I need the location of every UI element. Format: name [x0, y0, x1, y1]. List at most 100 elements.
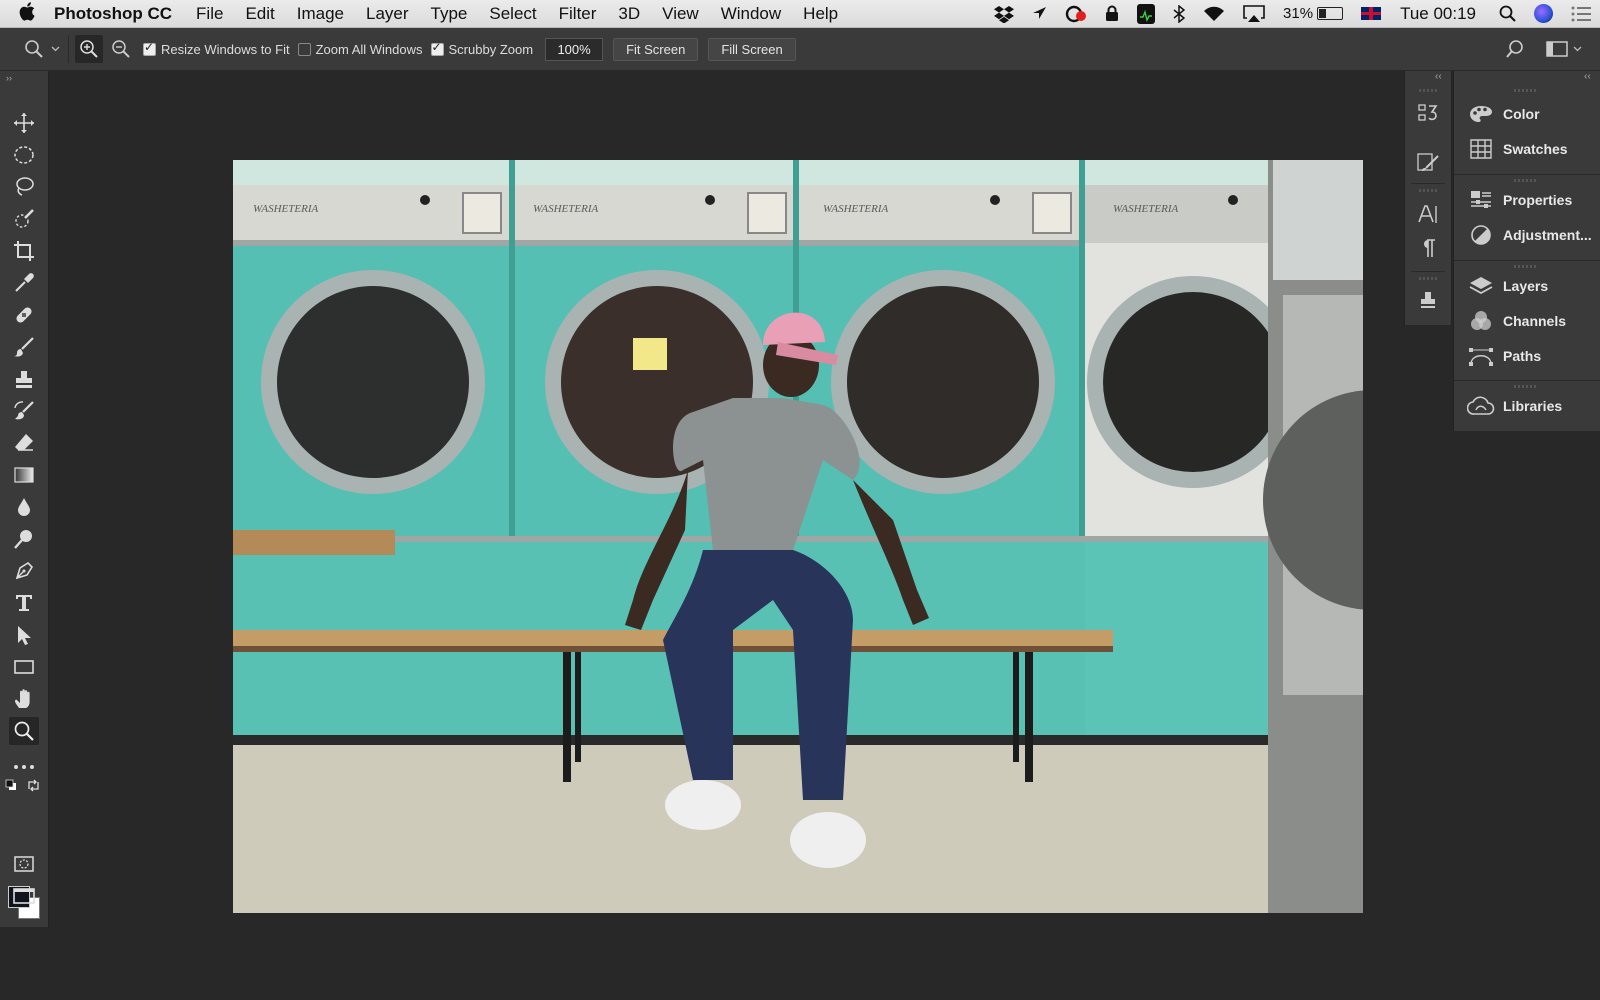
move-tool-icon[interactable] [9, 109, 39, 137]
lasso-tool-icon[interactable] [9, 173, 39, 201]
pen-tool-icon[interactable] [9, 557, 39, 585]
brush-settings-panel-icon[interactable] [1413, 147, 1443, 177]
panel-tab-adjustments[interactable]: Adjustment... [1454, 220, 1600, 250]
zoom-all-windows-checkbox[interactable]: Zoom All Windows [297, 42, 423, 57]
default-colors-icon[interactable] [4, 778, 18, 792]
notification-center-icon[interactable] [1571, 6, 1591, 22]
panel-label-layers: Layers [1503, 278, 1549, 294]
apple-menu-icon[interactable] [0, 1, 54, 26]
lock-icon[interactable] [1105, 5, 1119, 22]
panel-tab-layers[interactable]: Layers [1454, 271, 1600, 301]
path-selection-tool-icon[interactable] [9, 621, 39, 649]
menu-image[interactable]: Image [297, 4, 344, 24]
panel-grip[interactable] [1419, 189, 1437, 192]
panel-tab-swatches[interactable]: Swatches [1454, 134, 1600, 164]
panel-grip[interactable] [1419, 89, 1437, 92]
panel-tab-properties[interactable]: Properties [1454, 185, 1600, 215]
expand-toolbar-chevron-icon[interactable]: ›› [0, 71, 48, 85]
menu-select[interactable]: Select [489, 4, 536, 24]
zoom-tool-preset-icon[interactable] [20, 35, 48, 63]
menu-window[interactable]: Window [721, 4, 781, 24]
quick-selection-tool-icon[interactable] [9, 205, 39, 233]
siri-icon[interactable] [1534, 4, 1553, 23]
bluetooth-icon[interactable] [1173, 4, 1186, 23]
panel-tab-paths[interactable]: Paths [1454, 341, 1600, 371]
clone-stamp-tool-icon[interactable] [9, 365, 39, 393]
menu-clock[interactable]: Tue 00:19 [1400, 4, 1476, 24]
crop-tool-icon[interactable] [9, 237, 39, 265]
history-panel-icon[interactable] [1413, 98, 1443, 128]
screen-mode-icon[interactable] [9, 882, 39, 910]
search-icon[interactable] [1501, 35, 1529, 63]
menu-3d[interactable]: 3D [618, 4, 640, 24]
checkbox-checked-icon[interactable] [430, 40, 444, 56]
brush-tool-icon[interactable] [9, 333, 39, 361]
panel-tab-color[interactable]: Color [1454, 99, 1600, 129]
app-name-menu[interactable]: Photoshop CC [54, 4, 172, 24]
scrubby-zoom-checkbox[interactable]: Scrubby Zoom [430, 40, 533, 57]
dodge-tool-icon[interactable] [9, 525, 39, 553]
hand-tool-icon[interactable] [9, 685, 39, 713]
battery-percent: 31% [1283, 5, 1314, 22]
menu-help[interactable]: Help [803, 4, 838, 24]
quick-mask-icon[interactable] [9, 850, 39, 878]
menu-type[interactable]: Type [431, 4, 468, 24]
checkbox-checked-icon[interactable] [143, 40, 156, 56]
location-arrow-icon[interactable] [1032, 6, 1047, 21]
panel-grip[interactable] [1514, 179, 1538, 182]
zoom-out-icon[interactable] [107, 35, 135, 63]
menu-view[interactable]: View [662, 4, 699, 24]
character-panel-icon[interactable] [1413, 199, 1443, 229]
blur-tool-icon[interactable] [9, 493, 39, 521]
panel-grip[interactable] [1514, 385, 1538, 388]
workspace-switcher-icon[interactable] [1543, 35, 1571, 63]
zoom-tool-icon[interactable] [9, 717, 39, 745]
eraser-tool-icon[interactable] [9, 429, 39, 457]
panel-grip[interactable] [1514, 265, 1538, 268]
washer-label: WASHETERIA [253, 203, 318, 215]
swap-colors-icon[interactable] [26, 778, 40, 792]
edit-toolbar-more-icon[interactable] [9, 753, 39, 781]
menu-filter[interactable]: Filter [559, 4, 597, 24]
fill-screen-button[interactable]: Fill Screen [708, 37, 796, 61]
resize-windows-checkbox[interactable]: Resize Windows to Fit [143, 40, 290, 57]
activity-monitor-icon[interactable] [1137, 3, 1156, 24]
input-source-flag-icon[interactable] [1361, 7, 1382, 20]
spotlight-search-icon[interactable] [1499, 5, 1516, 22]
zoom-in-icon[interactable] [75, 35, 103, 63]
panel-grip[interactable] [1514, 89, 1538, 92]
history-brush-tool-icon[interactable] [9, 397, 39, 425]
menu-edit[interactable]: Edit [245, 4, 274, 24]
menu-layer[interactable]: Layer [366, 4, 409, 24]
panel-label-paths: Paths [1503, 348, 1542, 364]
marquee-tool-icon[interactable] [9, 141, 39, 169]
healing-brush-tool-icon[interactable] [9, 301, 39, 329]
collapse-panels-chevron-icon[interactable]: ‹‹ [1435, 71, 1442, 82]
dropbox-icon[interactable] [994, 5, 1015, 23]
wifi-icon[interactable] [1203, 6, 1225, 22]
panel-grip[interactable] [1419, 277, 1437, 280]
airplay-icon[interactable] [1243, 4, 1265, 23]
layers-stack-icon [1465, 275, 1497, 297]
gradient-tool-icon[interactable] [9, 461, 39, 489]
chevron-down-icon[interactable] [1570, 35, 1584, 63]
battery-status[interactable]: 31% [1283, 5, 1344, 22]
collapse-panels-chevron-icon[interactable]: ‹‹ [1584, 71, 1591, 82]
libraries-cloud-icon [1465, 395, 1497, 417]
chevron-down-icon[interactable] [48, 35, 62, 63]
zoom-percent-field[interactable]: 100% [545, 37, 604, 61]
adjustments-half-circle-icon [1465, 224, 1497, 246]
clone-source-panel-icon[interactable] [1413, 285, 1443, 315]
panel-tab-channels[interactable]: Channels [1454, 306, 1600, 336]
paragraph-panel-icon[interactable] [1413, 233, 1443, 263]
menu-file[interactable]: File [196, 4, 223, 24]
fit-screen-button[interactable]: Fit Screen [613, 37, 699, 61]
creative-cloud-icon[interactable] [1065, 5, 1087, 23]
divider [1411, 183, 1445, 184]
document-image[interactable]: WASHETERIA WASHETERIA WASHETERIA WASHETE… [233, 160, 1363, 913]
type-tool-icon[interactable] [9, 589, 39, 617]
panel-tab-libraries[interactable]: Libraries [1454, 391, 1600, 421]
checkbox-unchecked-icon[interactable] [297, 42, 311, 56]
eyedropper-tool-icon[interactable] [9, 269, 39, 297]
rectangle-tool-icon[interactable] [9, 653, 39, 681]
